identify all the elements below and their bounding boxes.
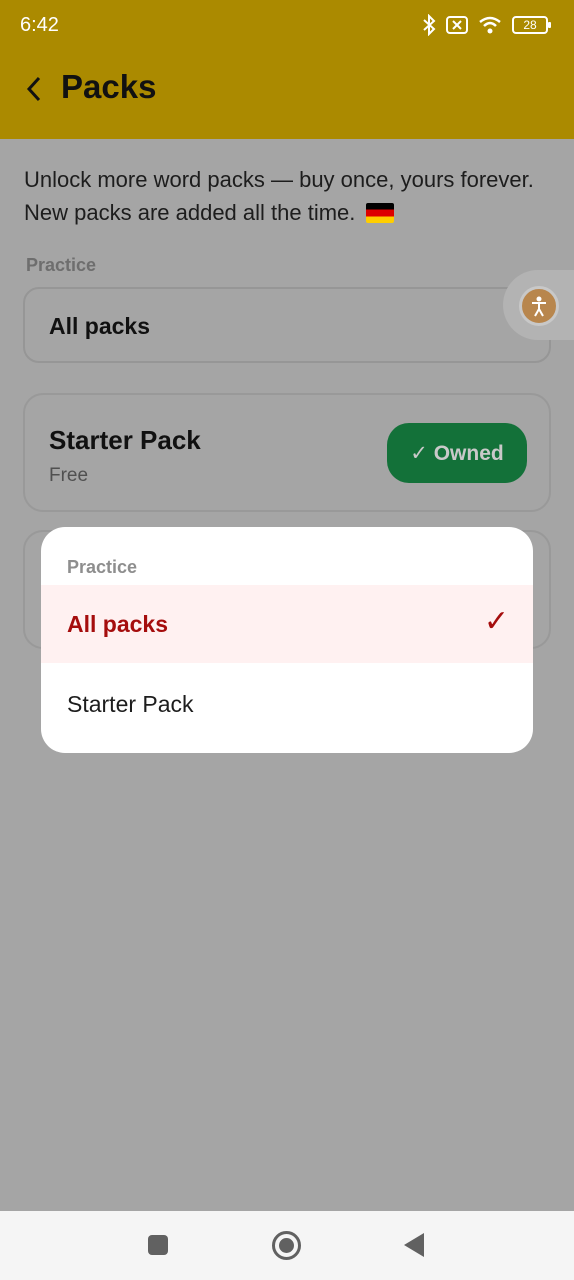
battery-icon: 28 — [512, 16, 551, 34]
accessibility-icon[interactable] — [519, 286, 559, 326]
option-label: Starter Pack — [67, 691, 194, 717]
page-title: Packs — [61, 68, 157, 105]
pack-card[interactable]: Starter Pack Free ✓ Owned — [23, 393, 551, 512]
app-header: 6:42 28 Packs — [0, 0, 574, 139]
german-flag-icon — [365, 203, 394, 223]
check-icon: ✓ — [483, 605, 509, 638]
practice-dropdown: Practice All packs ✓ Starter Pack — [41, 527, 533, 753]
back-icon[interactable] — [404, 1233, 424, 1257]
home-icon[interactable] — [272, 1231, 301, 1260]
back-arrow-icon[interactable] — [22, 74, 50, 104]
option-label: All packs — [67, 611, 168, 637]
practice-select-value: All packs — [49, 313, 150, 339]
option-starter-pack[interactable]: Starter Pack — [41, 665, 533, 743]
pack-price: Free — [49, 465, 89, 486]
practice-select[interactable]: All packs — [23, 287, 551, 363]
recents-icon[interactable] — [148, 1235, 168, 1255]
accessibility-tab[interactable] — [503, 270, 574, 340]
system-nav-bar — [0, 1211, 574, 1280]
bluetooth-icon — [422, 14, 436, 36]
wifi-icon — [478, 15, 502, 35]
practice-label: Practice — [26, 255, 97, 275]
status-time: 6:42 — [20, 14, 59, 36]
status-icons: 28 — [422, 14, 551, 36]
option-all-packs[interactable]: All packs ✓ — [41, 585, 533, 663]
dropdown-title: Practice — [67, 557, 138, 577]
intro-text: Unlock more word packs — buy once, yours… — [24, 163, 544, 229]
intro-text-label: Unlock more word packs — buy once, yours… — [24, 167, 534, 225]
owned-button[interactable]: ✓ Owned — [387, 423, 527, 483]
pack-name: Starter Pack — [49, 425, 201, 455]
sim-off-icon — [446, 16, 468, 34]
